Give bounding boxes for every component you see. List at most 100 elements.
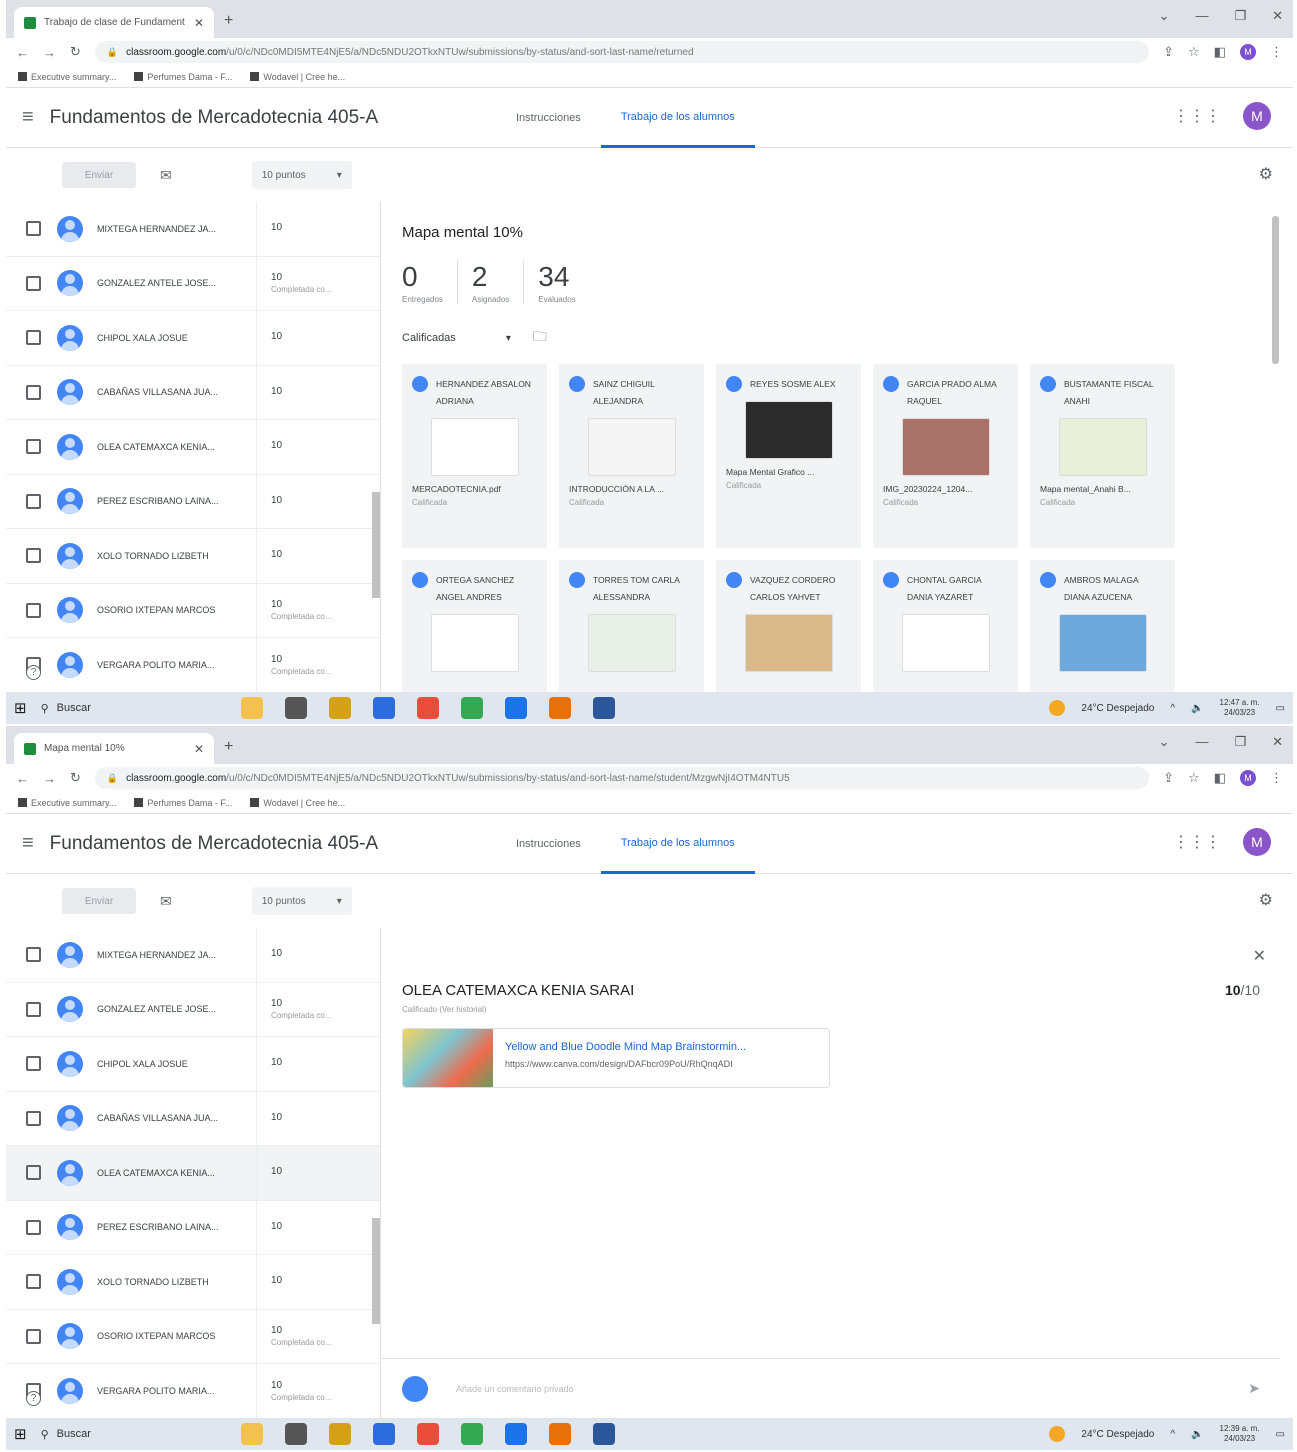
send-comment-icon[interactable]: ➤	[1248, 1380, 1260, 1397]
share-icon[interactable]: ⇪	[1163, 44, 1174, 60]
browser-tab[interactable]: Trabajo de clase de Fundament ✕	[14, 7, 214, 38]
comment-input[interactable]: Añade un comentario privado	[442, 1371, 1248, 1407]
bookmark-item[interactable]: Wodavel | Cree he...	[250, 72, 345, 82]
folder-icon[interactable]: 🗀	[533, 326, 547, 350]
student-name[interactable]: GONZALEZ ANTELE JOSE...	[97, 278, 247, 288]
back-icon[interactable]: ←	[16, 45, 29, 60]
student-name[interactable]: PEREZ ESCRIBANO LAINA...	[97, 496, 247, 506]
more-icon[interactable]: ⋮	[1270, 770, 1283, 786]
student-name[interactable]: CABAÑAS VILLASANA JUA...	[97, 1113, 247, 1123]
submission-card[interactable]: CHONTAL GARCIA DANIA YAZARET	[873, 560, 1018, 692]
send-button[interactable]: Enviar	[62, 162, 136, 188]
submission-thumbnail[interactable]	[587, 418, 676, 476]
filter-select[interactable]: Calificadas	[402, 332, 456, 344]
detail-status[interactable]: Calificado (Ver historial)	[402, 1005, 1260, 1014]
row-checkbox[interactable]	[26, 330, 41, 346]
weather-text[interactable]: 24°C Despejado	[1081, 703, 1154, 714]
taskbar-app-icon[interactable]	[328, 697, 351, 719]
grade-cell[interactable]: 10 Completada co...	[256, 583, 368, 637]
help-icon[interactable]: ?	[26, 665, 41, 680]
taskbar-app-icon[interactable]	[416, 697, 439, 719]
grade-cell[interactable]: 10	[256, 311, 368, 365]
reload-icon[interactable]: ↻	[70, 770, 81, 786]
tab-instructions[interactable]: Instrucciones	[496, 88, 601, 148]
taskbar-app-icon[interactable]	[504, 1423, 527, 1445]
submission-thumbnail[interactable]	[744, 614, 833, 672]
student-name[interactable]: XOLO TORNADO LIZBETH	[97, 551, 247, 561]
forward-icon[interactable]: →	[43, 45, 56, 60]
table-row[interactable]: GONZALEZ ANTELE JOSE... 10 Completada co..…	[6, 982, 380, 1037]
hamburger-menu-icon[interactable]: ≡	[22, 832, 34, 855]
scroll-thumb[interactable]	[1272, 216, 1279, 364]
grade-cell[interactable]: 10	[256, 365, 368, 419]
grade-cell[interactable]: 10	[256, 1255, 368, 1309]
row-checkbox[interactable]	[26, 947, 41, 963]
student-name[interactable]: MIXTEGA HERNANDEZ JA...	[97, 224, 247, 234]
new-tab-icon[interactable]: +	[224, 738, 233, 756]
taskbar-app-icon[interactable]	[460, 697, 483, 719]
gear-icon[interactable]: ⚙	[1259, 890, 1273, 910]
taskbar-app-icon[interactable]	[460, 1423, 483, 1445]
student-name[interactable]: XOLO TORNADO LIZBETH	[97, 1277, 247, 1287]
row-checkbox[interactable]	[26, 384, 41, 400]
restore-icon[interactable]: ❐	[1234, 8, 1246, 24]
row-checkbox[interactable]	[26, 1001, 41, 1017]
taskbar-search[interactable]: ⚲ Buscar	[41, 702, 201, 715]
attachment-card[interactable]: Yellow and Blue Doodle Mind Map Brainsto…	[402, 1028, 830, 1088]
taskbar-app-icon[interactable]	[240, 1423, 263, 1445]
table-row[interactable]: OLEA CATEMAXCA KENIA... 10	[6, 420, 380, 475]
avatar[interactable]: M	[1243, 828, 1271, 856]
gear-icon[interactable]: ⚙	[1259, 164, 1273, 184]
apps-grid-icon[interactable]: ⋮⋮⋮	[1173, 106, 1221, 126]
taskbar-app-icon[interactable]	[548, 1423, 571, 1445]
tab-student-work[interactable]: Trabajo de los alumnos	[600, 88, 755, 148]
grade-cell[interactable]: 10	[256, 928, 368, 982]
minimize-icon[interactable]: —	[1195, 8, 1208, 24]
bookmark-item[interactable]: Wodavel | Cree he...	[250, 798, 345, 808]
taskbar-app-icon[interactable]	[592, 697, 615, 719]
table-row[interactable]: VERGARA POLITO MARIA... 10 Completada co..…	[6, 638, 380, 692]
table-row[interactable]: OSORIO IXTEPAN MARCOS 10 Completada co...	[6, 583, 380, 638]
card-file-name[interactable]: INTRODUCCIÓN A LA ...	[569, 484, 694, 494]
table-row[interactable]: XOLO TORNADO LIZBETH 10	[6, 1255, 380, 1310]
student-name[interactable]: VERGARA POLITO MARIA...	[97, 660, 247, 670]
bookmark-item[interactable]: Executive summary...	[18, 72, 116, 82]
tab-close-icon[interactable]: ✕	[194, 742, 204, 756]
grade-cell[interactable]: 10 Completada co...	[256, 638, 368, 692]
taskbar-app-icon[interactable]	[372, 697, 395, 719]
mail-icon[interactable]: ✉	[160, 893, 172, 910]
star-icon[interactable]: ☆	[1188, 770, 1200, 786]
browser-tab[interactable]: Mapa mental 10% ✕	[14, 733, 214, 764]
close-icon[interactable]: ✕	[1253, 946, 1266, 966]
submission-thumbnail[interactable]	[430, 614, 519, 672]
submission-thumbnail[interactable]	[1058, 418, 1147, 476]
weather-text[interactable]: 24°C Despejado	[1081, 1429, 1154, 1440]
grade-cell[interactable]: 10 Completada co...	[256, 1364, 368, 1418]
tab-close-icon[interactable]: ✕	[194, 16, 204, 30]
more-icon[interactable]: ⋮	[1270, 44, 1283, 60]
grade-cell[interactable]: 10	[256, 474, 368, 528]
student-name[interactable]: VERGARA POLITO MARIA...	[97, 1386, 247, 1396]
table-row[interactable]: PEREZ ESCRIBANO LAINA... 10	[6, 474, 380, 529]
student-name[interactable]: CHIPOL XALA JOSUE	[97, 333, 247, 343]
student-name[interactable]: MIXTEGA HERNANDEZ JA...	[97, 950, 247, 960]
student-name[interactable]: CABAÑAS VILLASANA JUA...	[97, 387, 247, 397]
table-row[interactable]: OSORIO IXTEPAN MARCOS 10 Completada co...	[6, 1309, 380, 1364]
row-checkbox[interactable]	[26, 1274, 41, 1290]
table-row[interactable]: GONZALEZ ANTELE JOSE... 10 Completada co..…	[6, 256, 380, 311]
bookmark-item[interactable]: Perfumes Dama - F...	[134, 72, 232, 82]
grade-cell[interactable]: 10	[256, 202, 368, 256]
student-name[interactable]: CHIPOL XALA JOSUE	[97, 1059, 247, 1069]
tab-student-work[interactable]: Trabajo de los alumnos	[600, 814, 755, 874]
hamburger-menu-icon[interactable]: ≡	[22, 106, 34, 129]
bookmark-item[interactable]: Perfumes Dama - F...	[134, 798, 232, 808]
mail-icon[interactable]: ✉	[160, 167, 172, 184]
weather-icon[interactable]	[1049, 1426, 1066, 1442]
points-select[interactable]: 10 puntos ▾	[251, 161, 352, 189]
row-checkbox[interactable]	[26, 221, 41, 237]
volume-icon[interactable]: 🔈	[1191, 703, 1203, 714]
row-checkbox[interactable]	[26, 1165, 41, 1181]
clock[interactable]: 12:39 a. m. 24/03/23	[1220, 1424, 1260, 1444]
row-checkbox[interactable]	[26, 602, 41, 618]
grade-cell[interactable]: 10	[256, 1146, 368, 1200]
